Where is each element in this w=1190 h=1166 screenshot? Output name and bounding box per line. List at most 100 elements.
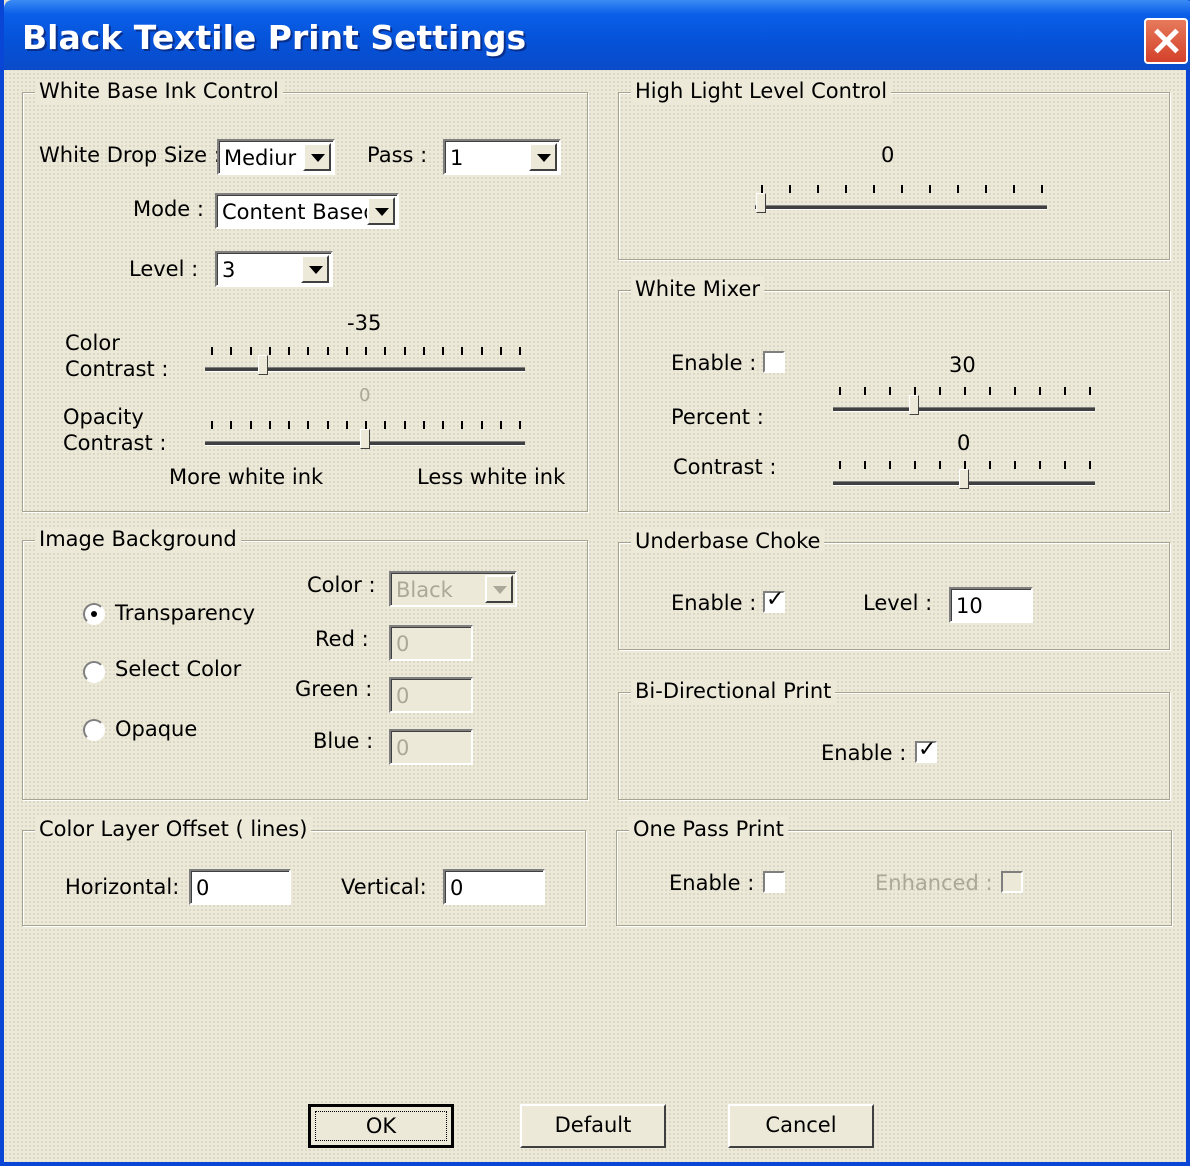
slider-tick <box>1039 387 1041 395</box>
slider-tick <box>989 387 991 395</box>
white-mixer-enable-checkbox[interactable] <box>763 351 785 373</box>
red-field[interactable]: 0 <box>389 625 473 661</box>
white-mixer-percent-slider[interactable] <box>833 387 1095 417</box>
slider-thumb[interactable] <box>360 429 370 449</box>
white-base-ink-group: White Base Ink Control White Drop Size :… <box>22 79 588 512</box>
less-white-ink-label: Less white ink <box>417 465 566 489</box>
bidirectional-legend: Bi-Directional Print <box>631 679 836 703</box>
white-drop-size-combo[interactable]: Mediur <box>217 139 335 175</box>
ok-button[interactable]: OK <box>308 1104 454 1148</box>
red-value: 0 <box>396 632 410 656</box>
white-mixer-percent-value: 30 <box>949 353 976 377</box>
slider-tick <box>249 347 252 355</box>
white-drop-size-label: White Drop Size : <box>39 143 221 167</box>
slider-tick <box>461 347 464 355</box>
level-value: 3 <box>222 258 236 282</box>
underbase-choke-legend: Underbase Choke <box>631 529 825 553</box>
horizontal-field[interactable]: 0 <box>189 869 291 905</box>
chevron-down-icon[interactable] <box>301 255 329 283</box>
highlight-slider[interactable] <box>755 185 1047 215</box>
title-bar[interactable]: Black Textile Print Settings <box>4 0 1190 70</box>
underbase-enable-checkbox[interactable] <box>763 587 785 613</box>
dialog-window: Black Textile Print Settings White Base … <box>0 0 1190 1166</box>
pass-combo[interactable]: 1 <box>443 139 561 175</box>
level-combo[interactable]: 3 <box>215 251 333 287</box>
slider-tick <box>384 421 387 429</box>
slider-tick <box>873 185 875 193</box>
slider-thumb[interactable] <box>909 395 919 415</box>
slider-tick <box>1064 387 1066 395</box>
white-mixer-legend: White Mixer <box>631 277 765 301</box>
slider-tick <box>964 461 966 469</box>
slider-tick <box>249 421 252 429</box>
color-combo[interactable]: Black <box>389 571 517 607</box>
slider-tick <box>288 347 290 355</box>
select-color-radio[interactable] <box>83 661 105 683</box>
slider-tick <box>1041 185 1043 193</box>
slider-track <box>755 205 1047 210</box>
bidirectional-enable-checkbox[interactable] <box>915 737 937 763</box>
white-base-legend: White Base Ink Control <box>35 79 283 103</box>
chevron-down-icon[interactable] <box>303 143 331 171</box>
mode-combo[interactable]: Content Based <box>215 193 399 229</box>
slider-tick <box>957 185 959 193</box>
opacity-contrast-slider[interactable] <box>205 421 525 451</box>
underbase-level-field[interactable]: 10 <box>949 587 1033 623</box>
color-contrast-label-1: Color <box>65 331 120 355</box>
transparency-radio[interactable] <box>83 603 105 625</box>
close-icon[interactable] <box>1144 18 1188 64</box>
opaque-radio[interactable] <box>83 719 105 741</box>
slider-tick <box>422 421 425 429</box>
chevron-down-icon[interactable] <box>529 143 557 171</box>
one-pass-group: One Pass Print Enable : Enhanced : <box>616 817 1172 926</box>
color-contrast-slider[interactable] <box>205 347 525 377</box>
slider-tick <box>1089 387 1091 395</box>
mode-label: Mode : <box>133 197 204 221</box>
slider-thumb[interactable] <box>258 355 269 375</box>
select-color-label: Select Color <box>115 657 242 681</box>
slider-ticks <box>205 421 525 429</box>
color-contrast-value: -35 <box>347 311 382 335</box>
slider-ticks <box>755 185 1047 193</box>
more-white-ink-label: More white ink <box>169 465 324 489</box>
default-button[interactable]: Default <box>520 1104 666 1148</box>
slider-tick <box>939 461 941 469</box>
white-mixer-contrast-label: Contrast : <box>673 455 777 479</box>
slider-tick <box>307 347 310 355</box>
color-layer-offset-legend: Color Layer Offset ( lines) <box>35 817 312 841</box>
highlight-value: 0 <box>881 143 895 167</box>
slider-thumb[interactable] <box>756 193 766 213</box>
highlight-group: High Light Level Control 0 <box>618 79 1170 260</box>
slider-tick <box>326 421 329 429</box>
slider-tick <box>817 185 819 193</box>
slider-ticks <box>833 387 1095 395</box>
blue-field[interactable]: 0 <box>389 729 473 765</box>
one-pass-enable-checkbox[interactable] <box>763 871 785 893</box>
green-field[interactable]: 0 <box>389 677 473 713</box>
slider-tick <box>461 421 464 429</box>
color-layer-offset-group: Color Layer Offset ( lines) Horizontal: … <box>22 817 586 926</box>
underbase-enable-label: Enable : <box>671 591 757 615</box>
opacity-contrast-label-1: Opacity <box>63 405 144 429</box>
slider-thumb[interactable] <box>959 469 969 489</box>
slider-tick <box>839 461 841 469</box>
level-label: Level : <box>129 257 199 281</box>
white-drop-size-value: Mediur <box>224 146 297 170</box>
slider-tick <box>889 387 891 395</box>
enhanced-checkbox[interactable] <box>1001 871 1023 893</box>
slider-tick <box>914 461 916 469</box>
vertical-field[interactable]: 0 <box>443 869 545 905</box>
chevron-down-icon[interactable] <box>367 197 395 225</box>
chevron-down-icon[interactable] <box>485 575 513 603</box>
default-button-label: Default <box>554 1113 632 1137</box>
white-mixer-contrast-slider[interactable] <box>833 461 1095 491</box>
slider-tick <box>211 421 213 429</box>
slider-tick <box>345 347 348 355</box>
horizontal-value: 0 <box>196 876 210 900</box>
slider-tick <box>1039 461 1041 469</box>
slider-tick <box>1014 387 1016 395</box>
cancel-button[interactable]: Cancel <box>728 1104 874 1148</box>
opacity-contrast-label-2: Contrast : <box>63 431 167 455</box>
slider-tick <box>442 347 444 355</box>
slider-ticks <box>833 461 1095 469</box>
